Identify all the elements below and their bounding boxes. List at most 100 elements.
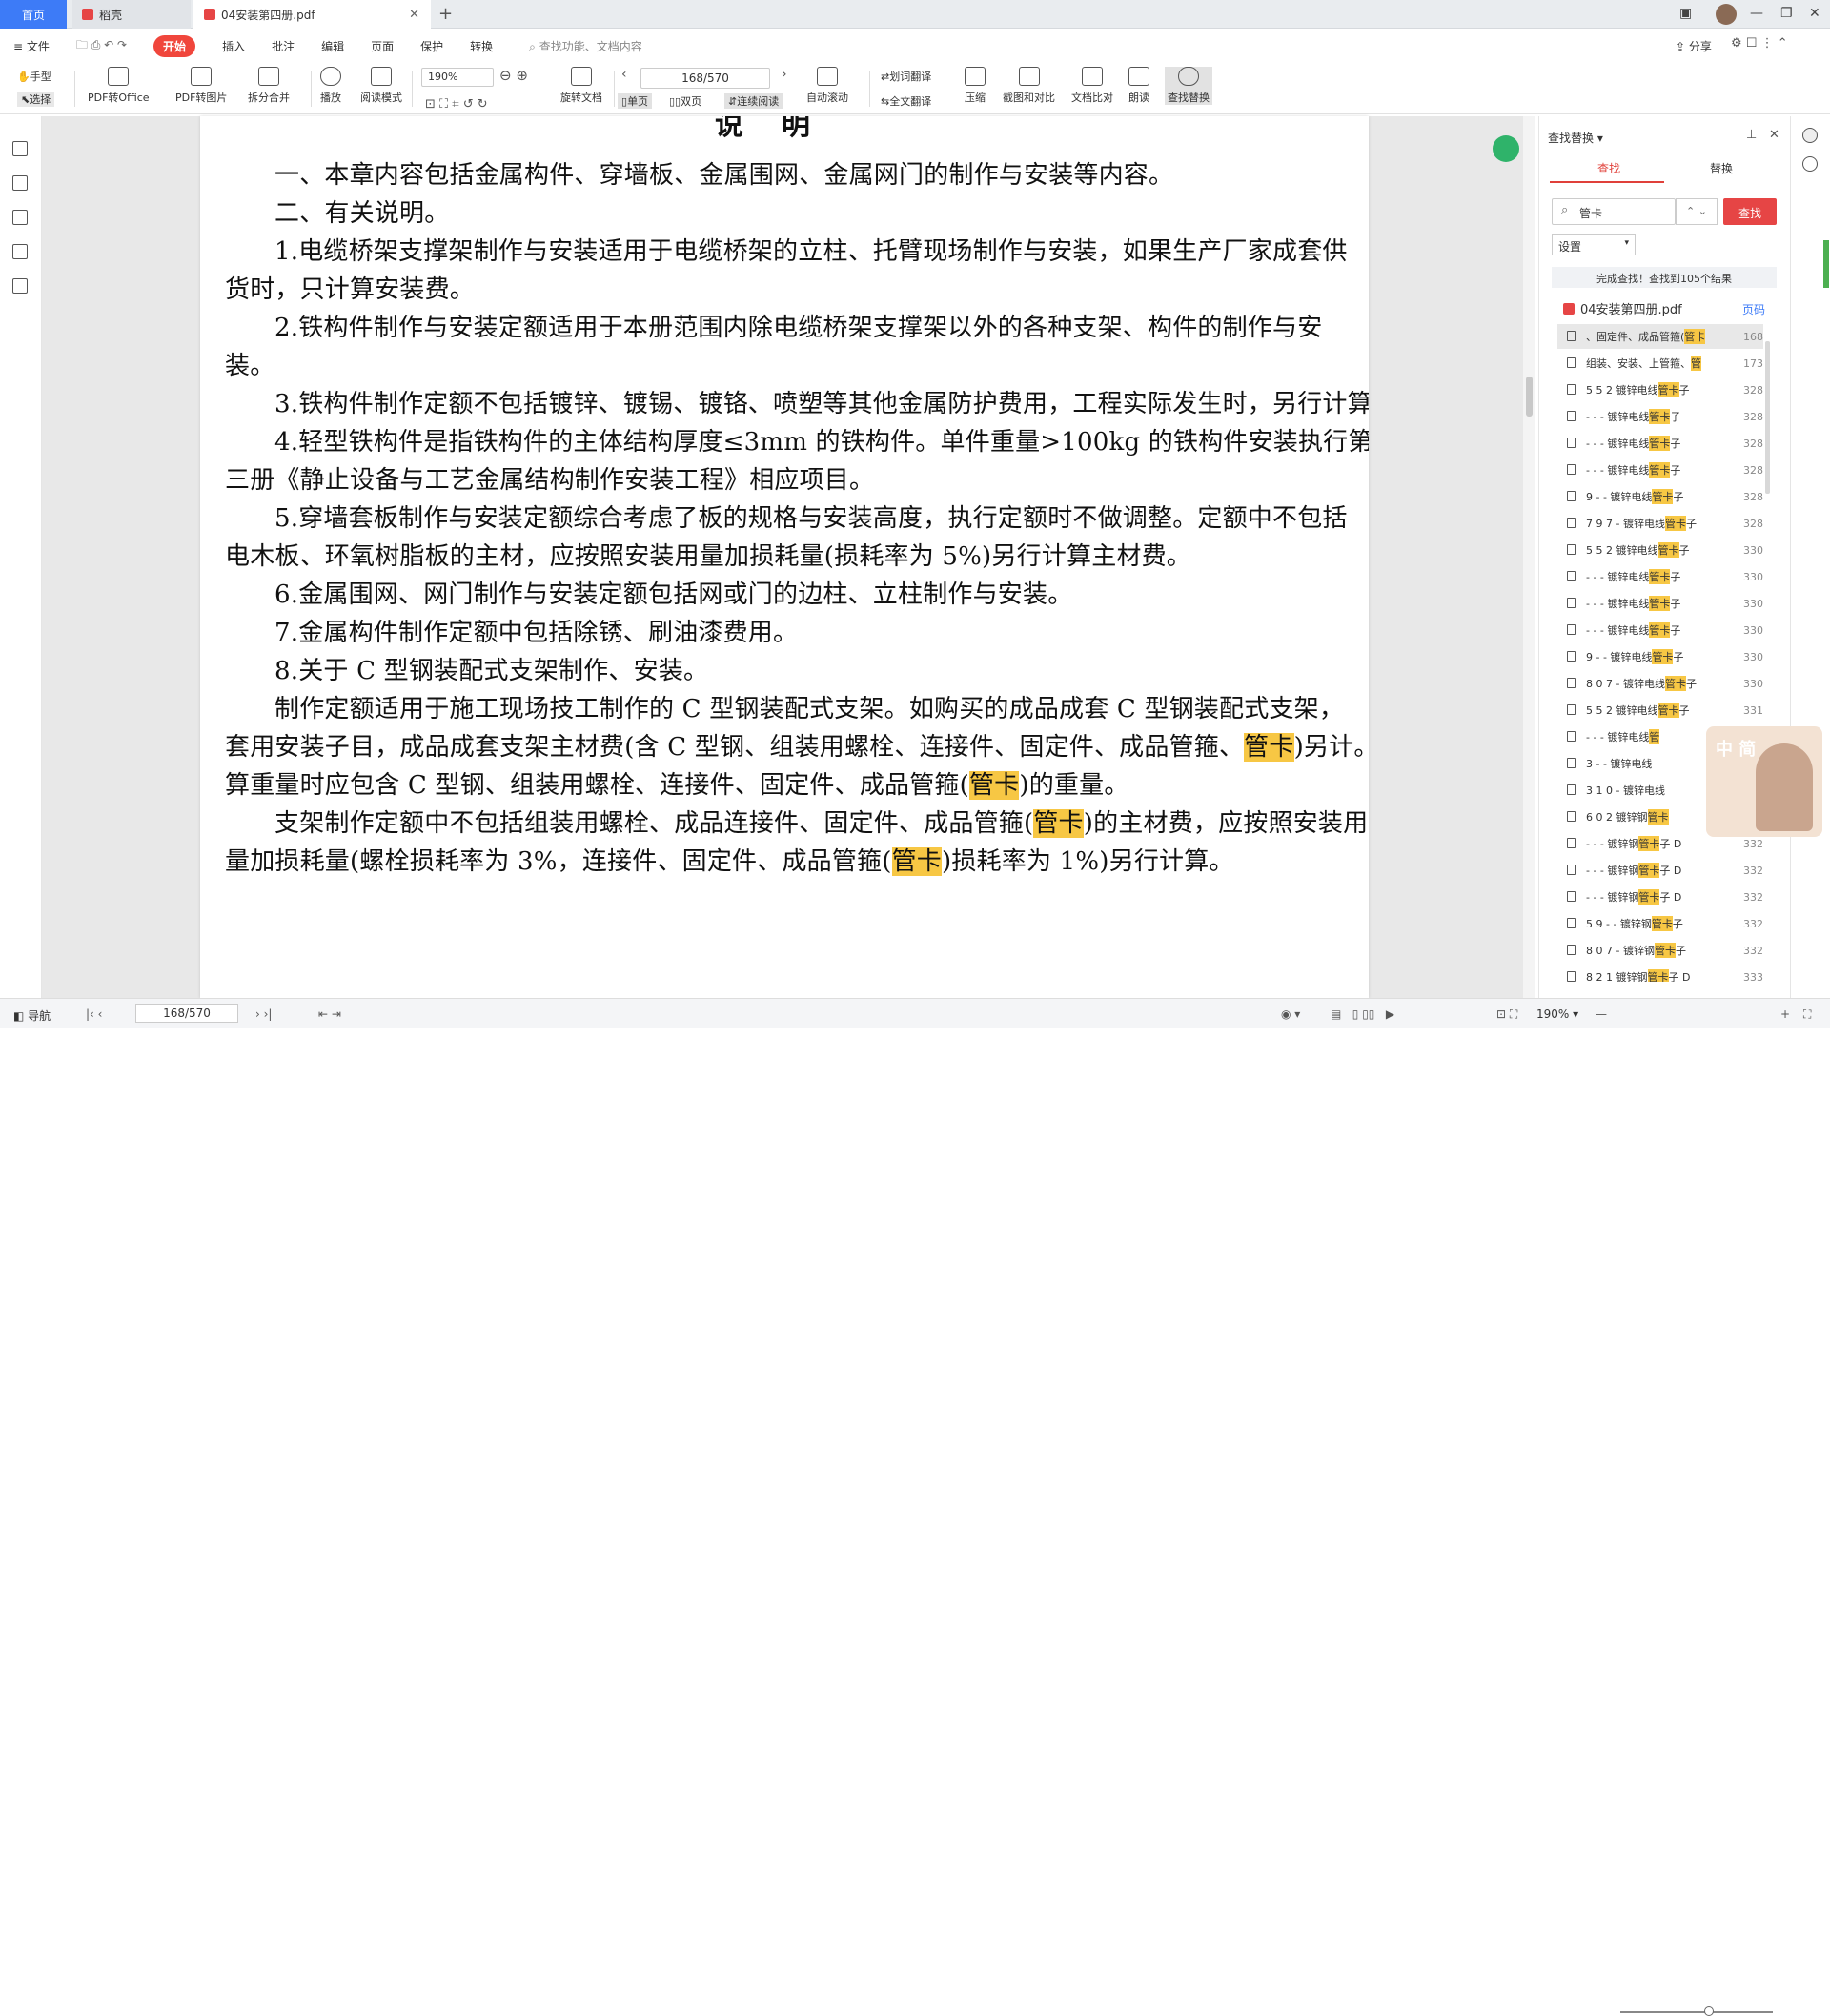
result-item[interactable]: - - - 镀锌电线 管卡子 330 <box>1557 618 1763 642</box>
pdf-to-office-button[interactable]: PDF转Office <box>88 67 150 105</box>
result-file[interactable]: 04安装第四册.pdf <box>1563 299 1682 317</box>
status-zoom[interactable]: 190% ▾ <box>1536 1008 1578 1021</box>
next-last-page-icons[interactable]: › ›| <box>255 1008 272 1021</box>
minimize-icon[interactable]: — <box>1750 6 1763 21</box>
menu-edit[interactable]: 编辑 <box>321 38 344 54</box>
menu-protect[interactable]: 保护 <box>420 38 443 54</box>
result-item[interactable]: - - - 镀锌电线 管卡子 330 <box>1557 591 1763 616</box>
menu-insert[interactable]: 插入 <box>222 38 245 54</box>
rotate-doc-button[interactable]: 旋转文档 <box>560 67 602 105</box>
search-input[interactable]: ⌕ 查找功能、文档内容 <box>529 38 642 54</box>
zoom-slider[interactable] <box>1620 2011 1773 2013</box>
auto-scroll-button[interactable]: 自动滚动 <box>806 67 848 105</box>
result-item[interactable]: 、固定件、成品管箍(管卡 168 <box>1557 324 1763 349</box>
result-item[interactable]: 9 - - 镀锌电线 管卡子 330 <box>1557 644 1763 669</box>
select-tool-button[interactable]: ⬉ 选择 <box>17 92 55 107</box>
continuous-read-button[interactable]: ⇵ 连续阅读 <box>724 93 783 109</box>
result-item[interactable]: 5 5 2 镀锌电线 管卡子 330 <box>1557 538 1763 562</box>
floating-tool-icon[interactable] <box>1493 135 1519 162</box>
tab-close-icon[interactable]: ✕ <box>409 8 419 22</box>
nav-toggle[interactable]: ◧ 导航 <box>13 1008 51 1024</box>
tab-docer[interactable]: 稻壳 <box>72 0 191 29</box>
menu-file[interactable]: ≡ 文件 <box>13 38 50 54</box>
doc-compare-button[interactable]: 文档比对 <box>1071 67 1113 105</box>
result-item[interactable]: - - - 镀锌钢 管卡子 D 332 <box>1557 858 1763 883</box>
find-panel-icon[interactable] <box>1802 128 1818 143</box>
result-item[interactable]: 8 2 1 镀锌钢 管卡子 D 333 <box>1557 965 1763 982</box>
bookmark-icon[interactable] <box>12 141 28 156</box>
result-item[interactable]: 5 5 2 镀锌电线 管卡子 328 <box>1557 377 1763 402</box>
result-item[interactable]: - - - 镀锌电线 管卡子 328 <box>1557 431 1763 456</box>
next-page-icon[interactable]: › <box>782 67 787 82</box>
read-mode-button[interactable]: 阅读模式 <box>360 67 402 105</box>
prev-page-icon[interactable]: ‹ <box>621 67 627 82</box>
back-forward-icons[interactable]: ⇤ ⇥ <box>318 1008 341 1021</box>
panel-title[interactable]: 查找替换 ▾ <box>1548 130 1603 146</box>
user-avatar[interactable] <box>1716 4 1737 25</box>
split-merge-button[interactable]: 拆分合并 <box>248 67 290 105</box>
tab-find[interactable]: 查找 <box>1597 160 1620 176</box>
help-icon[interactable] <box>1802 156 1818 172</box>
menu-page[interactable]: 页面 <box>371 38 394 54</box>
play-button[interactable]: 播放 <box>320 67 341 105</box>
result-item[interactable]: 8 0 7 - 镀锌电线 管卡子 330 <box>1557 671 1763 696</box>
zoom-slider-handle[interactable] <box>1704 2006 1714 2016</box>
menu-annotate[interactable]: 批注 <box>272 38 295 54</box>
settings-icon[interactable]: ⚙ ☐ ⋮ ⌃ <box>1731 36 1788 51</box>
vertical-scrollbar[interactable] <box>1523 116 1535 998</box>
result-item[interactable]: 7 9 7 - 镀锌电线 管卡子 328 <box>1557 511 1763 536</box>
find-button[interactable]: 查找 <box>1723 198 1777 225</box>
tab-home[interactable]: 首页 <box>0 0 67 29</box>
settings-dropdown[interactable]: 设置 ▾ <box>1552 234 1636 255</box>
quick-tools-icon[interactable]: 🗀 ⎙ ↶ ↷ <box>76 36 127 56</box>
result-item[interactable]: 5 9 - - 镀锌钢 管卡子 332 <box>1557 911 1763 936</box>
menu-start[interactable]: 开始 <box>153 34 196 57</box>
ime-avatar-widget[interactable]: 中 简 <box>1706 726 1822 837</box>
result-scrollbar[interactable] <box>1765 341 1770 494</box>
result-item[interactable]: - - - 镀锌电线 管卡子 330 <box>1557 564 1763 589</box>
double-page-button[interactable]: ▯▯ 双页 <box>669 93 702 109</box>
panel-close-icon[interactable]: ✕ <box>1769 128 1779 142</box>
fit-tools[interactable]: ⊡ ⛶ ⌗ ↺ ↻ <box>425 97 488 112</box>
zoom-out-icon[interactable]: — <box>1596 1008 1607 1021</box>
new-tab-icon[interactable]: + <box>438 4 453 24</box>
result-item[interactable]: - - - 镀锌电线 管卡子 328 <box>1557 458 1763 482</box>
first-prev-page-icons[interactable]: |‹ ‹ <box>86 1008 102 1021</box>
find-prev-next[interactable]: ⌃ ⌄ <box>1676 198 1718 225</box>
find-replace-button[interactable]: 查找替换 <box>1165 67 1212 105</box>
menu-convert[interactable]: 转换 <box>470 38 493 54</box>
pdf-to-image-button[interactable]: PDF转图片 <box>175 67 227 105</box>
word-translate-button[interactable]: ⇄ 划词翻译 <box>881 69 931 84</box>
result-item[interactable]: 8 0 7 - 镀锌钢 管卡子 332 <box>1557 938 1763 963</box>
read-aloud-button[interactable]: 朗读 <box>1128 67 1149 105</box>
window-layout-icon[interactable]: ▣ <box>1679 6 1692 21</box>
zoom-select[interactable]: 190% <box>421 68 494 87</box>
zoom-in-out-icons[interactable]: ⊖ ⊕ <box>499 67 528 84</box>
result-item[interactable]: - - - 镀锌电线 管卡子 328 <box>1557 404 1763 429</box>
result-item[interactable]: 组装、安装、上管箍、管 173 <box>1557 351 1763 376</box>
result-item[interactable]: 9 - - 镀锌电线 管卡子 328 <box>1557 484 1763 509</box>
attachment-icon[interactable] <box>12 244 28 259</box>
tab-pdf[interactable]: 04安装第四册.pdf ✕ <box>193 0 431 29</box>
restore-icon[interactable]: ❐ <box>1780 6 1793 21</box>
fullscreen-icon[interactable]: ⛶ <box>1803 1008 1811 1022</box>
result-item[interactable]: - - - 镀锌钢 管卡子 D 332 <box>1557 885 1763 909</box>
scrollbar-thumb[interactable] <box>1526 377 1533 417</box>
comment-icon[interactable] <box>12 210 28 225</box>
status-page-input[interactable]: 168/570 <box>135 1004 238 1023</box>
thumbnail-icon[interactable] <box>12 175 28 191</box>
full-translate-button[interactable]: ⇆ 全文翻译 <box>881 93 931 109</box>
fit-icons[interactable]: ⊡ ⛶ <box>1496 1008 1517 1022</box>
view-mode-icons[interactable]: ▤ ▯ ▯▯ ▶ <box>1331 1008 1394 1021</box>
signature-icon[interactable] <box>12 278 28 294</box>
hand-tool-button[interactable]: ✋ 手型 <box>17 69 51 84</box>
page-number-input[interactable]: 168/570 <box>640 68 770 89</box>
find-input[interactable]: 管卡 <box>1552 198 1676 225</box>
result-item[interactable]: 5 5 2 镀锌电线 管卡子 331 <box>1557 698 1763 723</box>
eye-protect-icon[interactable]: ◉ ▾ <box>1281 1008 1300 1021</box>
close-window-icon[interactable]: ✕ <box>1809 6 1820 21</box>
share-button[interactable]: ⇪ 分享 <box>1676 38 1712 54</box>
zoom-in-icon[interactable]: + <box>1780 1008 1790 1021</box>
compress-button[interactable]: 压缩 <box>965 67 986 105</box>
single-page-button[interactable]: ▯ 单页 <box>618 93 653 109</box>
